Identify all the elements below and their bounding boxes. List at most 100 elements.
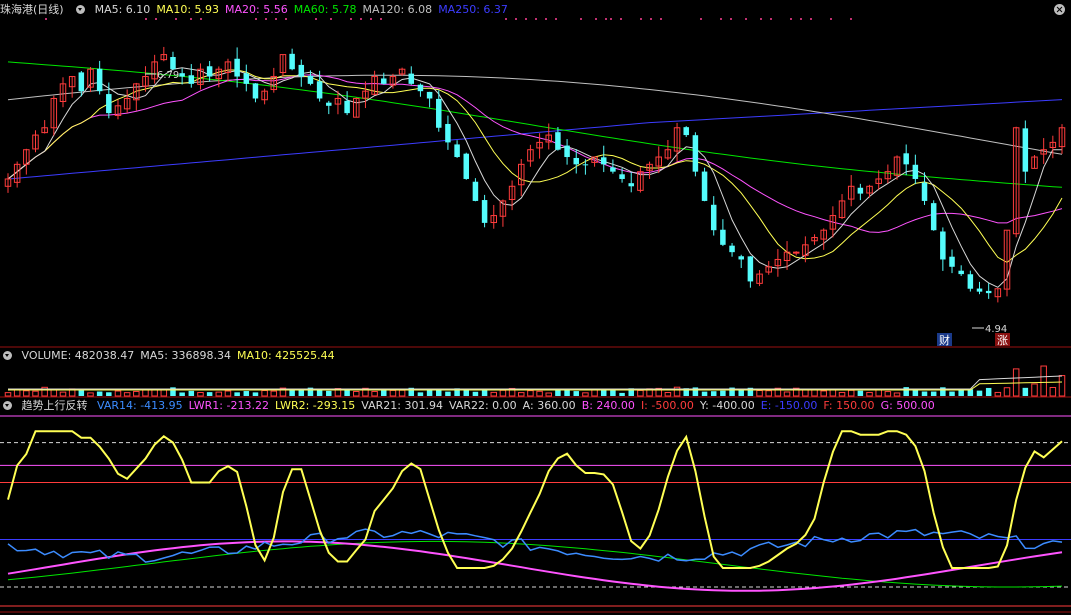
volume-ma5-line [8,375,1063,390]
volume-bar [637,389,644,397]
candle-down [610,167,616,172]
candle-down [316,81,323,99]
candle-down [729,245,735,253]
chevron-down-icon[interactable] [3,401,12,410]
event-marker [650,18,652,20]
volume-bar [720,390,726,396]
stock-title[interactable]: 珠海港(日线) [0,3,64,16]
chevron-down-icon[interactable] [76,5,86,14]
volume-bar [1003,387,1011,397]
event-marker [800,18,802,20]
volume-bar [215,391,223,397]
event-marker [595,18,597,20]
volume-bar [756,390,763,397]
candle-up [792,251,800,254]
event-marker [175,18,177,20]
volume-bar [389,389,397,397]
volume-bar [976,390,983,396]
event-marker [640,18,642,20]
event-marker [155,18,157,20]
candle-down [967,274,974,289]
event-marker [535,18,537,20]
candle-down [710,204,717,231]
chevron-down-icon[interactable] [3,351,12,360]
event-marker [275,18,277,20]
indicator-panel[interactable] [0,415,1071,607]
indicator-legend-item-6: B: 240.00 [581,399,635,412]
badge-zhang[interactable]: 涨 [995,333,1010,347]
event-marker [760,18,762,20]
indicator-title[interactable]: 趋势上行反转 [22,399,88,412]
candle-down [481,200,488,223]
volume-bar [499,389,507,397]
indicator-legend-item-9: E: -150.00 [760,399,818,412]
volume-bar [921,391,928,396]
candle-down [188,75,195,84]
svg-text:涨: 涨 [997,334,1008,347]
volume-bar [114,390,122,397]
indicator-legend-item-0: VAR14: -413.95 [97,399,183,412]
candle-down [619,174,625,179]
candle-down [747,256,754,282]
badge-cai[interactable]: 财 [937,333,952,347]
volume-bar [1012,368,1020,397]
volume-bar [1040,365,1047,397]
candle-down [573,157,579,165]
stock-chart[interactable]: 6.79 4.94 财 涨 [0,0,1071,615]
event-marker [285,18,287,20]
volume-bar [151,389,158,397]
price-panel[interactable] [4,18,1066,303]
volume-bar [445,391,451,396]
volume-bar [224,390,232,397]
event-marker [545,18,547,20]
volume-bar [398,389,406,397]
indicator-legend-item-1: LWR1: -213.22 [188,399,269,412]
candle-down [252,83,259,99]
close-icon[interactable] [1054,4,1065,15]
candle-down [234,58,240,77]
event-marker [620,18,622,20]
candle-down [454,144,460,158]
candle-down [921,182,928,201]
ma120-line [7,74,1063,155]
event-marker [380,18,382,20]
volume-bar [4,392,12,397]
volume-panel[interactable] [4,365,1066,397]
indicator-legend-item-4: VAR22: 0.00 [448,399,517,412]
candle-down [600,157,607,165]
candle-down [344,100,350,114]
volume-bar [518,392,525,397]
candle-down [628,183,634,187]
event-marker [660,18,662,20]
volume-bar [106,392,112,396]
ma250-line [7,99,1063,180]
indicator-legend-item-11: G: 500.00 [880,399,935,412]
volume-bar [985,387,992,396]
candle-down [106,94,112,114]
candle-down [949,256,955,267]
candle-down [206,66,213,77]
volume-bar [87,392,94,397]
volume-bar [527,390,534,397]
volume-bar [1022,387,1029,396]
volume-bar [847,389,855,397]
candle-down [463,153,470,179]
volume-bar [664,391,672,397]
volume-bar [59,391,67,397]
volume-bar [298,389,305,396]
event-marker [790,18,792,20]
candle-down [472,181,479,201]
event-marker [315,18,317,20]
volume-bar [206,392,213,396]
volume-bar [353,390,360,397]
candle-down [426,91,433,99]
volume-bar [142,389,149,397]
candle-down [692,135,699,172]
event-marker [810,18,812,20]
candle-down [408,73,415,84]
volume-bar [436,390,442,396]
volume-bar [289,390,295,396]
volume-bar [875,389,882,397]
high-label: 6.79 [157,70,179,81]
volume-bar [930,391,937,396]
